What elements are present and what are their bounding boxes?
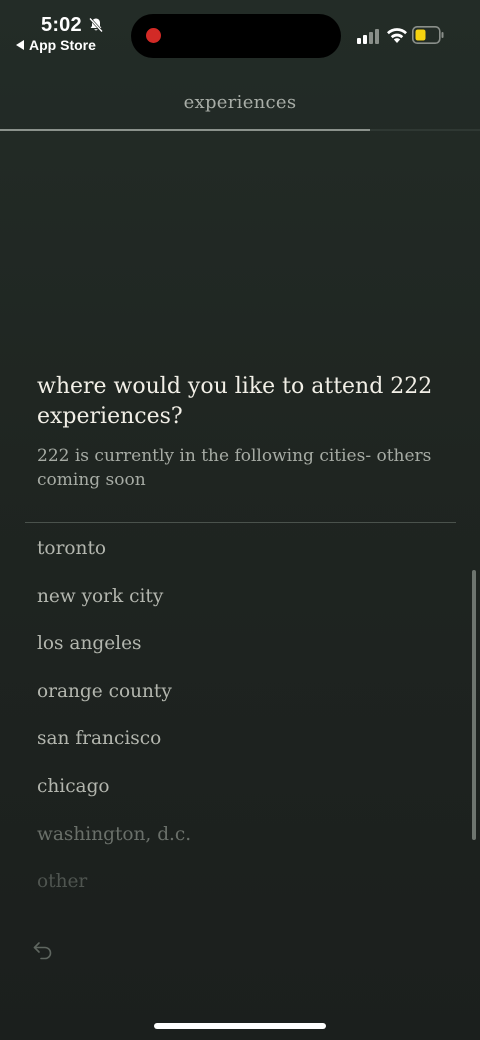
city-option-san-francisco[interactable]: san francisco — [37, 726, 437, 774]
city-option-chicago[interactable]: chicago — [37, 774, 437, 822]
page-title: experiences — [183, 92, 297, 113]
wifi-icon — [387, 28, 407, 43]
back-to-app-store[interactable]: App Store — [16, 37, 96, 53]
dynamic-island — [131, 14, 341, 58]
scrollbar[interactable] — [472, 570, 476, 840]
bell-slash-icon — [89, 17, 103, 33]
home-indicator[interactable] — [154, 1023, 326, 1029]
back-label: App Store — [29, 37, 96, 53]
city-option-orange-county[interactable]: orange county — [37, 679, 437, 727]
city-option-new-york-city[interactable]: new york city — [37, 584, 437, 632]
status-bar: 5:02 App Store — [0, 0, 480, 66]
status-time: 5:02 — [41, 14, 82, 36]
signal-icon — [357, 29, 379, 44]
divider — [25, 522, 456, 523]
city-option-washington-dc[interactable]: washington, d.c. — [37, 822, 437, 870]
progress-fill — [0, 129, 370, 131]
recording-dot-icon — [146, 28, 161, 43]
question-title: where would you like to attend 222 exper… — [37, 374, 433, 429]
back-arrow-icon — [16, 40, 24, 50]
battery-icon — [412, 26, 444, 44]
city-option-toronto[interactable]: toronto — [37, 536, 437, 584]
city-option-other[interactable]: other — [37, 869, 437, 917]
undo-icon[interactable] — [31, 938, 55, 962]
progress-bar — [0, 129, 480, 131]
city-list: toronto new york city los angeles orange… — [37, 536, 437, 917]
question-subtitle: 222 is currently in the following cities… — [37, 446, 432, 490]
city-option-los-angeles[interactable]: los angeles — [37, 631, 437, 679]
